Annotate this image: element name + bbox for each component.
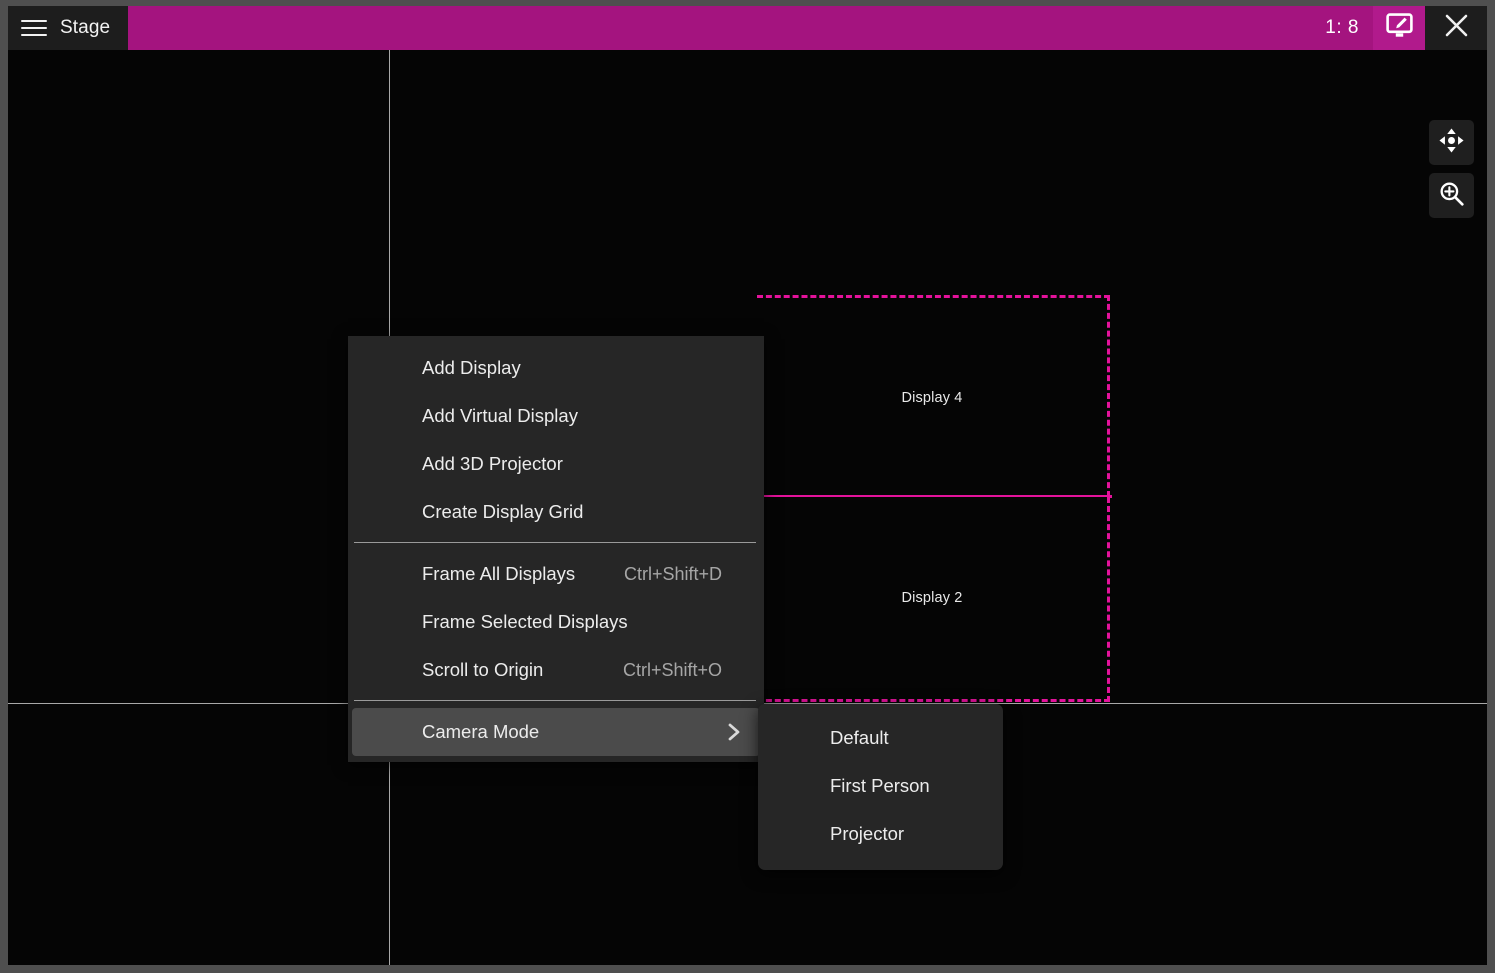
title-accent-bar: 1: 8 [128, 6, 1425, 50]
main-menu-button[interactable] [8, 6, 60, 50]
menu-item-frame-all-displays[interactable]: Frame All Displays Ctrl+Shift+D [352, 550, 760, 598]
camera-mode-item-projector[interactable]: Projector [758, 810, 1003, 858]
title-bar: Stage 1: 8 [8, 6, 1487, 50]
menu-item-scroll-to-origin[interactable]: Scroll to Origin Ctrl+Shift+O [352, 646, 760, 694]
menu-item-frame-selected-displays[interactable]: Frame Selected Displays [352, 598, 760, 646]
camera-mode-submenu-body: Default First Person Projector [758, 714, 1003, 858]
stage-canvas[interactable]: Display 4 Display 2 Add Display Add Virt… [8, 50, 1487, 965]
menu-item-label: Add 3D Projector [422, 453, 563, 474]
camera-mode-item-label: First Person [830, 775, 930, 796]
menu-separator [354, 542, 756, 543]
menu-item-label: Frame All Displays [422, 563, 576, 584]
display-label: Display 2 [901, 590, 963, 606]
application-window: Stage 1: 8 Display 4 Display 2 Add Displ… [0, 0, 1495, 973]
display-rect-2[interactable]: Display 2 [757, 497, 1110, 702]
menu-item-label: Camera Mode [422, 721, 540, 742]
menu-item-label: Add Display [422, 357, 521, 378]
menu-item-add-virtual-display[interactable]: Add Virtual Display [352, 392, 760, 440]
camera-mode-item-first-person[interactable]: First Person [758, 762, 1003, 810]
menu-item-label: Create Display Grid [422, 501, 584, 522]
stage-context-menu: Add Display Add Virtual Display Add 3D Pro… [348, 336, 764, 762]
menu-item-shortcut: Ctrl+Shift+O [622, 659, 722, 680]
pan-tool-button[interactable] [1429, 120, 1474, 165]
move-pan-icon [1438, 127, 1465, 159]
page-title: Stage [60, 17, 111, 38]
menu-item-create-display-grid[interactable]: Create Display Grid [352, 488, 760, 536]
menu-item-shortcut: Ctrl+Shift+D [623, 563, 722, 584]
menu-item-add-3d-projector[interactable]: Add 3D Projector [352, 440, 760, 488]
menu-item-label: Scroll to Origin [422, 659, 544, 680]
canvas-tool-rail [1429, 120, 1474, 218]
close-button[interactable] [1425, 6, 1487, 50]
close-icon [1444, 13, 1469, 43]
zoom-in-icon [1438, 180, 1465, 212]
camera-mode-item-label: Projector [830, 823, 905, 844]
edit-display-button[interactable] [1373, 6, 1425, 50]
monitor-edit-icon [1385, 13, 1413, 43]
camera-mode-submenu: Default First Person Projector [758, 704, 1003, 870]
chevron-right-icon [724, 721, 750, 743]
menu-item-label: Add Virtual Display [422, 405, 578, 426]
display-rect-4[interactable]: Display 4 [757, 295, 1110, 497]
zoom-tool-button[interactable] [1429, 173, 1474, 218]
context-menu-body: Add Display Add Virtual Display Add 3D Pro… [348, 344, 764, 756]
menu-item-camera-mode[interactable]: Camera Mode [352, 708, 760, 756]
hamburger-icon [21, 19, 47, 37]
display-label: Display 4 [901, 389, 963, 406]
camera-mode-item-label: Default [830, 727, 889, 748]
menu-item-label: Frame Selected Displays [422, 611, 628, 632]
scale-ratio-label: 1: 8 [1325, 17, 1359, 38]
menu-separator [354, 700, 756, 701]
menu-item-add-display[interactable]: Add Display [352, 344, 760, 392]
camera-mode-item-default[interactable]: Default [758, 714, 1003, 762]
